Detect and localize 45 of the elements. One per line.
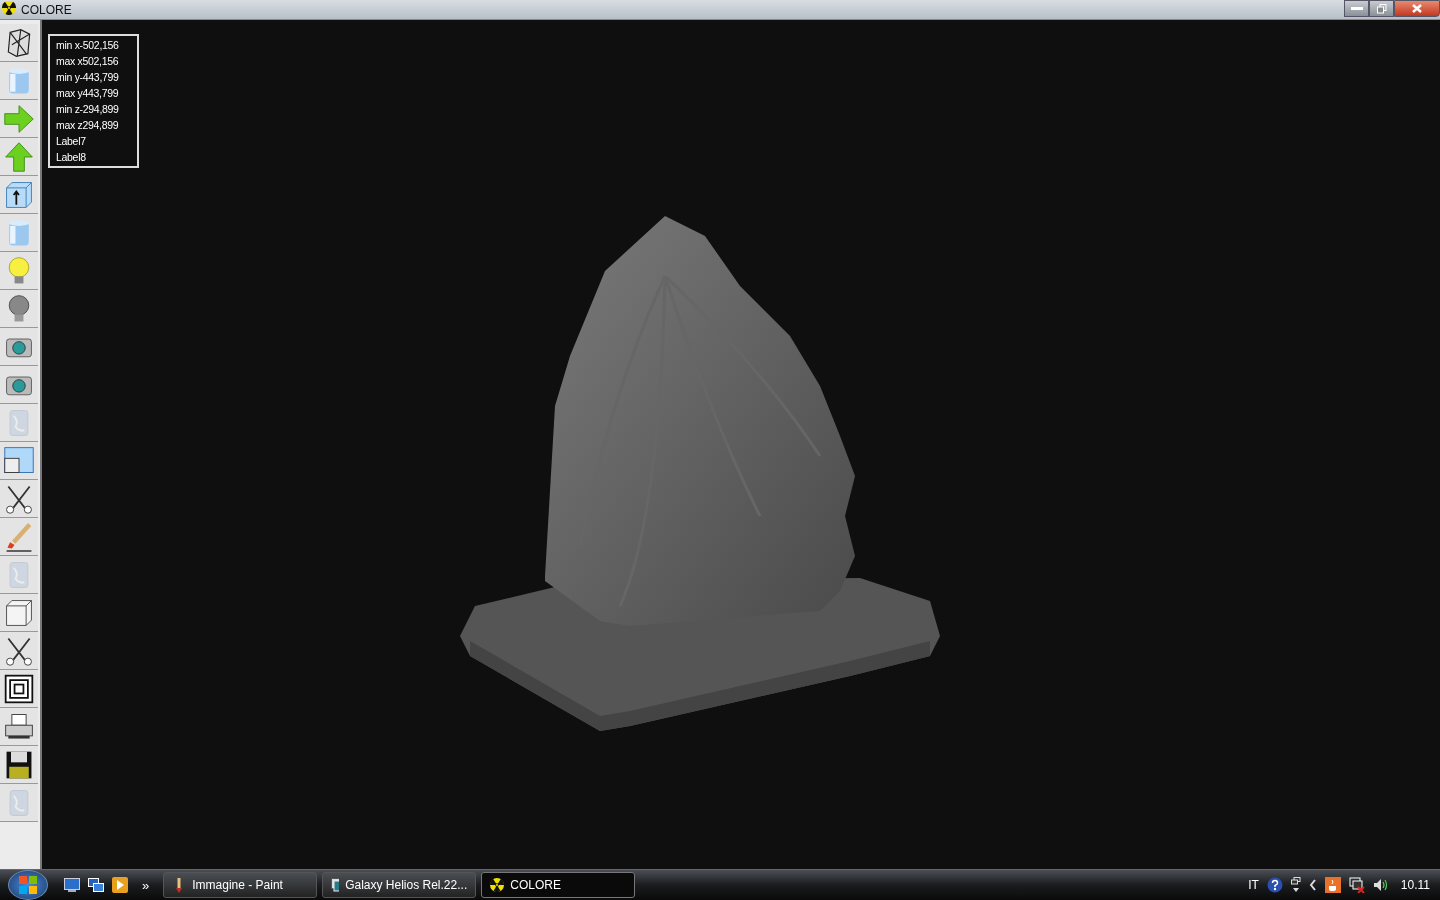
radiation-icon [490,878,505,892]
radiation-icon [2,0,16,15]
chevron-left-icon[interactable] [1308,879,1317,891]
taskbar-button[interactable]: Immagine - Paint [163,872,318,898]
taskbar-button[interactable]: COLORE [481,872,636,898]
tool-button[interactable] [0,708,38,746]
restore-button[interactable] [1369,0,1394,17]
restore-icon [1376,3,1387,14]
info-label: Label8 [56,150,87,165]
network-error-icon[interactable] [1348,877,1365,893]
window-arrow-icon[interactable] [1290,877,1301,893]
cup-icon[interactable] [1324,877,1341,893]
close-icon [1412,4,1422,13]
concentric-squares-icon [3,672,35,705]
start-button[interactable] [8,870,48,900]
desktop-icon[interactable] [64,878,80,892]
window-title: COLORE [21,2,72,17]
info-label: Label7 [56,134,87,149]
windows-logo [18,875,38,895]
tool-button[interactable] [0,442,38,480]
help-icon[interactable] [1266,877,1283,893]
info-label: max z294,899 [56,118,120,133]
tool-button[interactable] [0,24,38,62]
language-indicator[interactable]: IT [1248,878,1259,892]
tool-button[interactable] [0,632,38,670]
info-label: min y-443,799 [56,70,120,85]
clock[interactable]: 10.11 [1400,878,1430,892]
speaker-icon[interactable] [1372,877,1389,893]
window-icon [331,878,340,892]
arrow-right-icon [3,102,35,135]
taskbar-button[interactable]: Galaxy Helios Rel.22... [322,872,477,898]
info-label: min x-502,156 [56,38,120,53]
tool-button[interactable] [0,670,38,708]
info-label: max y443,799 [56,86,120,101]
tool-button[interactable] [0,480,38,518]
minimize-button[interactable] [1344,0,1369,17]
arrow-up-icon [3,140,35,173]
close-button[interactable] [1394,0,1440,17]
windows-icon[interactable] [88,878,104,892]
play-icon[interactable] [112,877,128,893]
minimize-icon [1350,6,1363,11]
overflow-chevron[interactable]: » [142,877,150,893]
info-label: min z-294,899 [56,102,120,117]
tool-button[interactable] [0,746,38,784]
info-label: max x502,156 [56,54,120,69]
